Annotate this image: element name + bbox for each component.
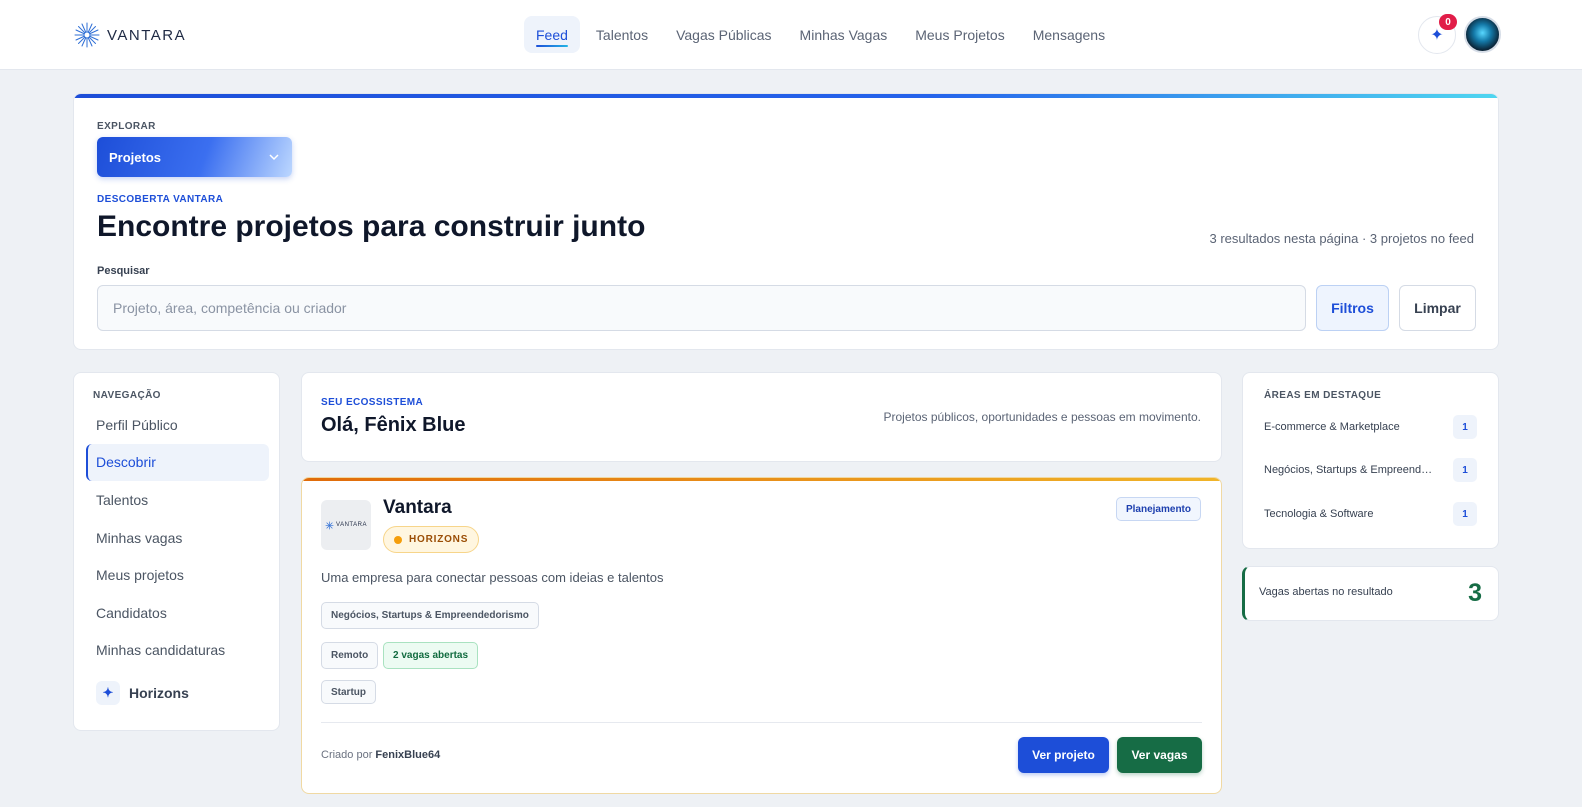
nav-vagas-publicas[interactable]: Vagas Públicas: [664, 16, 783, 53]
created-by-prefix: Criado por: [321, 749, 373, 761]
nav-meus-projetos[interactable]: Meus Projetos: [903, 16, 1016, 53]
project-card: VANTARA Vantara HORIZONS Planejamento Um…: [301, 477, 1222, 794]
open-jobs-chip: 2 vagas abertas: [383, 642, 479, 669]
explore-label: EXPLORAR: [97, 121, 156, 132]
nav-mensagens[interactable]: Mensagens: [1021, 16, 1117, 53]
view-jobs-button[interactable]: Ver vagas: [1117, 737, 1202, 773]
sidebar-item-candidatos[interactable]: Candidatos: [86, 594, 269, 632]
sparkle-icon: ✦: [96, 681, 120, 705]
featured-areas-card: ÁREAS EM DESTAQUE E-commerce & Marketpla…: [1242, 372, 1499, 549]
area-count: 1: [1453, 458, 1477, 482]
project-accent-bar: [302, 478, 1221, 481]
area-item[interactable]: Tecnologia & Software 1: [1264, 501, 1477, 527]
stage-chip: Startup: [321, 680, 376, 704]
open-jobs-summary-card: Vagas abertas no resultado 3: [1242, 566, 1499, 621]
creator-name[interactable]: FenixBlue64: [375, 749, 440, 761]
clear-button[interactable]: Limpar: [1399, 285, 1476, 331]
card-divider: [321, 722, 1202, 723]
area-count: 1: [1453, 502, 1477, 526]
program-badge: HORIZONS: [383, 526, 480, 553]
notification-count-badge: 0: [1439, 14, 1457, 30]
nav-talentos[interactable]: Talentos: [584, 16, 660, 53]
sidebar-item-perfil-publico[interactable]: Perfil Público: [86, 406, 269, 444]
discovery-hero: EXPLORAR Projetos DESCOBERTA VANTARA Enc…: [73, 93, 1499, 350]
hero-accent-bar: [74, 94, 1498, 98]
brand-name: VANTARA: [107, 26, 187, 44]
nav-minhas-vagas[interactable]: Minhas Vagas: [788, 16, 900, 53]
main-nav: Feed Talentos Vagas Públicas Minhas Vaga…: [524, 16, 1117, 53]
created-by: Criado por FenixBlue64: [321, 749, 440, 761]
search-label: Pesquisar: [97, 265, 150, 277]
sidebar-item-descobrir[interactable]: Descobrir: [86, 443, 269, 482]
sidebar-item-talentos[interactable]: Talentos: [86, 481, 269, 519]
project-title[interactable]: Vantara: [383, 497, 452, 519]
area-count: 1: [1453, 415, 1477, 439]
search-input[interactable]: [97, 285, 1306, 331]
sidebar-item-minhas-candidaturas[interactable]: Minhas candidaturas: [86, 632, 269, 670]
explore-select[interactable]: Projetos: [97, 137, 292, 177]
sidebar-title: NAVEGAÇÃO: [93, 390, 161, 401]
explore-selected-value: Projetos: [109, 149, 162, 165]
user-avatar[interactable]: [1464, 16, 1501, 53]
nav-feed[interactable]: Feed: [524, 16, 580, 53]
view-project-button[interactable]: Ver projeto: [1018, 737, 1109, 773]
brand-logo[interactable]: VANTARA: [73, 20, 186, 50]
burst-logo-icon: [74, 22, 100, 48]
project-logo-text: VANTARA: [336, 522, 367, 528]
horizons-label: Horizons: [129, 685, 189, 701]
area-name: Negócios, Startups & Empreendedorismo: [1264, 464, 1436, 476]
welcome-subtitle: Projetos públicos, oportunidades e pesso…: [883, 410, 1201, 424]
sidebar-list: Perfil Público Descobrir Talentos Minhas…: [86, 406, 269, 669]
sidebar: NAVEGAÇÃO Perfil Público Descobrir Talen…: [73, 372, 280, 731]
open-jobs-summary-label: Vagas abertas no resultado: [1259, 586, 1393, 598]
welcome-card: SEU ECOSSISTEMA Olá, Fênix Blue Projetos…: [301, 372, 1222, 462]
sidebar-item-meus-projetos[interactable]: Meus projetos: [86, 556, 269, 594]
page-title: Encontre projetos para construir junto: [97, 210, 646, 243]
area-name: E-commerce & Marketplace: [1264, 421, 1400, 433]
area-name: Tecnologia & Software: [1264, 508, 1374, 520]
discovery-eyebrow: DESCOBERTA VANTARA: [97, 194, 224, 205]
status-dot-icon: [394, 535, 402, 544]
ecosystem-eyebrow: SEU ECOSSISTEMA: [321, 397, 424, 408]
chevron-down-icon: [269, 154, 279, 161]
sidebar-item-horizons[interactable]: ✦ Horizons: [96, 681, 189, 705]
status-badge: Planejamento: [1115, 497, 1201, 521]
mode-chip: Remoto: [321, 642, 379, 669]
welcome-title: Olá, Fênix Blue: [321, 414, 466, 436]
area-item[interactable]: E-commerce & Marketplace 1: [1264, 414, 1477, 440]
area-item[interactable]: Negócios, Startups & Empreendedorismo 1: [1264, 457, 1477, 483]
featured-areas-title: ÁREAS EM DESTAQUE: [1264, 390, 1382, 401]
filters-button[interactable]: Filtros: [1316, 285, 1389, 331]
results-summary: 3 resultados nesta página · 3 projetos n…: [1209, 231, 1474, 246]
project-logo: VANTARA: [321, 500, 371, 550]
top-navigation-bar: VANTARA Feed Talentos Vagas Públicas Min…: [0, 0, 1582, 70]
category-chip: Negócios, Startups & Empreendedorismo: [321, 602, 539, 629]
sidebar-item-minhas-vagas[interactable]: Minhas vagas: [86, 519, 269, 557]
open-jobs-summary-value: 3: [1468, 579, 1482, 607]
project-description: Uma empresa para conectar pessoas com id…: [321, 570, 664, 585]
program-badge-label: HORIZONS: [409, 534, 469, 545]
burst-logo-icon: [325, 521, 334, 529]
